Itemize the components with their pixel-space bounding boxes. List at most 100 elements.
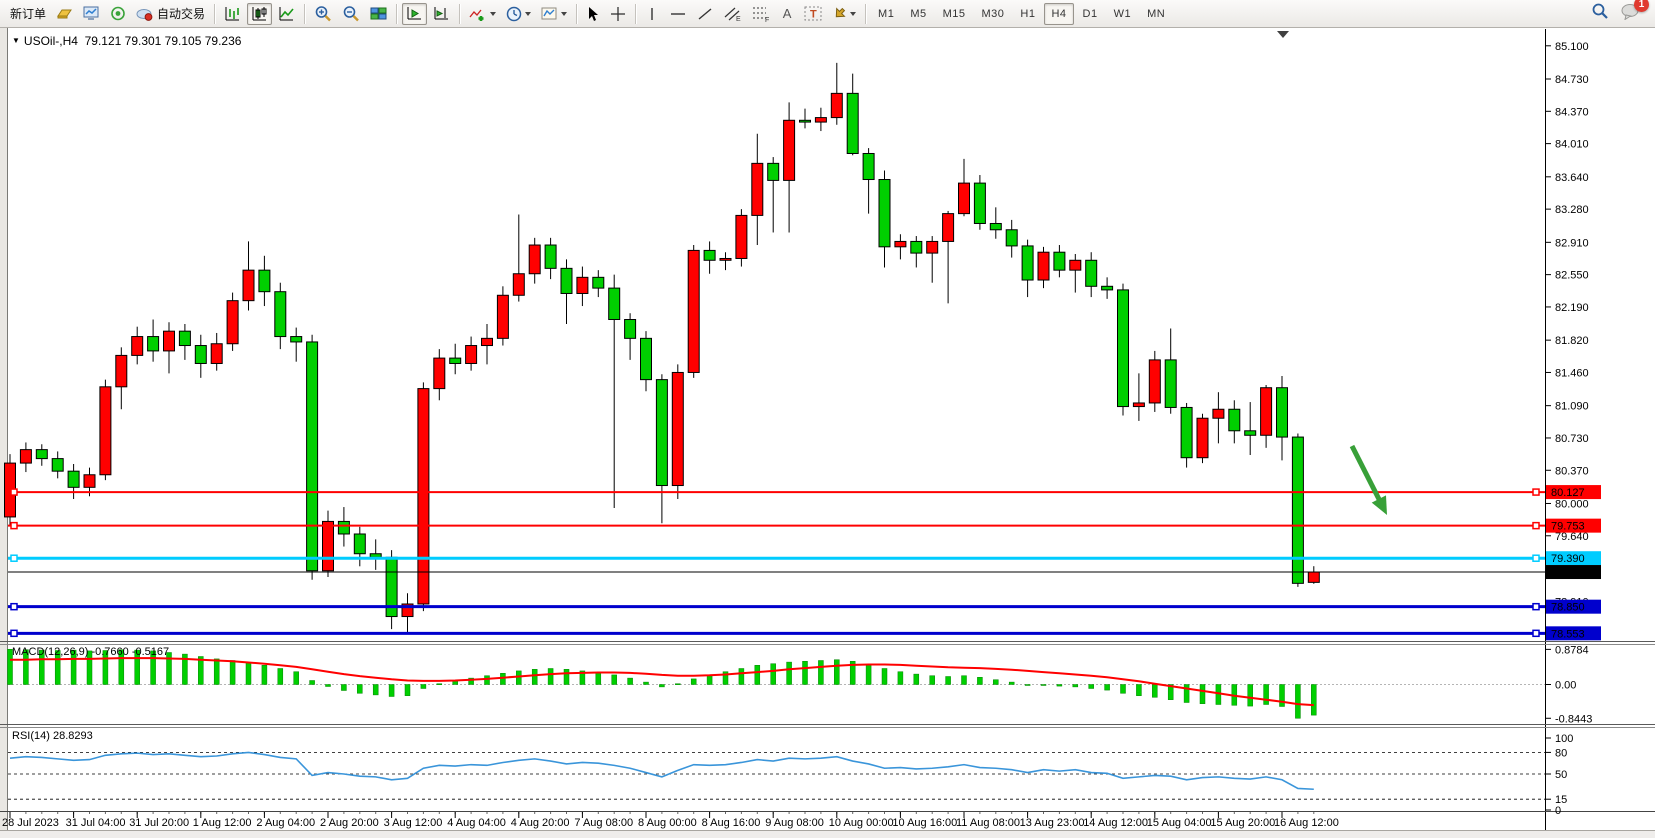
- candle-bear: [847, 93, 858, 153]
- macd-histogram-bar: [962, 676, 967, 685]
- text-label-icon[interactable]: T: [800, 3, 826, 25]
- price-chart-canvas[interactable]: 85.10084.73084.37084.01083.64083.28082.9…: [0, 0, 1655, 838]
- macd-histogram-bar: [691, 679, 696, 685]
- candle-bear: [704, 250, 715, 260]
- history-center-icon[interactable]: [52, 3, 77, 25]
- timeframe-button-d1[interactable]: D1: [1076, 3, 1105, 25]
- templates-icon[interactable]: [537, 3, 571, 25]
- bar-chart-icon[interactable]: [220, 3, 245, 25]
- virtual-hosting-icon[interactable]: [79, 3, 104, 25]
- cursor-icon[interactable]: [582, 3, 604, 25]
- tile-windows-icon[interactable]: [366, 3, 391, 25]
- new-order-button[interactable]: 新订单: [6, 3, 50, 25]
- candle-bull: [1213, 409, 1224, 418]
- chart-menu-triangle-icon[interactable]: ▼: [12, 36, 20, 45]
- timeframe-button-m5[interactable]: M5: [903, 3, 933, 25]
- indicators-dropdown-caret[interactable]: [490, 12, 496, 16]
- candle-bear: [52, 459, 63, 472]
- level-line-handle[interactable]: [11, 523, 17, 529]
- text-icon[interactable]: A: [776, 3, 798, 25]
- equidistant-channel-icon[interactable]: E: [719, 3, 745, 25]
- crosshair-icon[interactable]: [606, 3, 630, 25]
- notifications-icon[interactable]: 1: [1621, 3, 1641, 25]
- trendline-icon[interactable]: [693, 3, 717, 25]
- macd-histogram-bar: [326, 685, 331, 687]
- notification-badge[interactable]: 1: [1634, 0, 1649, 12]
- timeframe-button-w1[interactable]: W1: [1107, 3, 1139, 25]
- level-line-handle[interactable]: [1533, 630, 1539, 636]
- timeframe-button-m30[interactable]: M30: [975, 3, 1012, 25]
- candle-bear: [879, 180, 890, 247]
- macd-histogram-bar: [1184, 685, 1189, 703]
- timeframe-button-mn[interactable]: MN: [1140, 3, 1172, 25]
- price-axis-tick-label: 83.640: [1555, 172, 1589, 184]
- candle-bear: [259, 270, 270, 292]
- candle-bull: [1308, 572, 1319, 582]
- price-axis-tick-label: 81.090: [1555, 401, 1589, 413]
- time-axis-label: 16 Aug 12:00: [1274, 817, 1339, 829]
- macd-histogram-bar: [1136, 685, 1141, 696]
- periods-icon[interactable]: [502, 3, 535, 25]
- candle-bear: [68, 471, 79, 487]
- periods-dropdown-caret[interactable]: [525, 12, 531, 16]
- indicators-icon[interactable]: [465, 3, 500, 25]
- chart-shift-marker[interactable]: [1277, 31, 1289, 38]
- time-axis-label: 3 Aug 12:00: [384, 817, 443, 829]
- auto-scroll-icon[interactable]: [402, 3, 427, 25]
- level-line-handle[interactable]: [11, 555, 17, 561]
- macd-histogram-bar: [516, 671, 521, 685]
- timeframe-button-m15[interactable]: M15: [936, 3, 973, 25]
- macd-histogram-bar: [262, 665, 267, 684]
- level-line-handle[interactable]: [1533, 523, 1539, 529]
- level-line-handle[interactable]: [11, 604, 17, 610]
- candle-bear: [179, 331, 190, 345]
- time-axis-label: 15 Aug 04:00: [1147, 817, 1212, 829]
- fibonacci-icon[interactable]: F: [747, 3, 774, 25]
- zoom-out-icon[interactable]: [338, 3, 364, 25]
- candle-bull: [116, 355, 127, 386]
- time-axis-label: 7 Aug 08:00: [574, 817, 633, 829]
- level-line-handle[interactable]: [11, 489, 17, 495]
- horizontal-line-icon[interactable]: [665, 3, 691, 25]
- candle-bull: [466, 346, 477, 364]
- candle-bear: [1054, 252, 1065, 270]
- timeframe-button-m1[interactable]: M1: [871, 3, 901, 25]
- rsi-axis-label: 50: [1555, 769, 1567, 781]
- line-chart-icon[interactable]: [274, 3, 299, 25]
- chart-shift-icon[interactable]: [429, 3, 454, 25]
- arrows-dropdown-caret[interactable]: [850, 12, 856, 16]
- macd-histogram-bar: [818, 661, 823, 685]
- candle-bull: [831, 93, 842, 117]
- price-axis-tick-label: 82.190: [1555, 302, 1589, 314]
- candle-bear: [656, 380, 667, 486]
- candle-bear: [307, 342, 318, 571]
- autotrading-button[interactable]: 自动交易: [132, 3, 209, 25]
- timeframe-button-h4[interactable]: H4: [1044, 3, 1073, 25]
- time-axis-label: 9 Aug 08:00: [765, 817, 824, 829]
- zoom-in-icon[interactable]: [310, 3, 336, 25]
- candle-bear: [863, 153, 874, 179]
- time-axis-label: 15 Aug 20:00: [1210, 817, 1275, 829]
- vertical-line-icon[interactable]: [641, 3, 663, 25]
- timeframe-button-h1[interactable]: H1: [1013, 3, 1042, 25]
- candle-bull: [164, 331, 175, 351]
- arrows-tool-icon[interactable]: [828, 3, 860, 25]
- level-line-handle[interactable]: [1533, 604, 1539, 610]
- level-line-handle[interactable]: [1533, 489, 1539, 495]
- time-axis-label: 11 Aug 08:00: [956, 817, 1020, 829]
- timeframe-toolbar: M1M5M15M30H1H4D1W1MN: [870, 3, 1173, 25]
- candle-bull: [736, 215, 747, 258]
- rsi-axis-label: 100: [1555, 733, 1573, 745]
- annotation-arrow-shaft[interactable]: [1352, 446, 1381, 503]
- macd-histogram-bar: [628, 678, 633, 684]
- level-line-handle[interactable]: [11, 630, 17, 636]
- macd-histogram-bar: [437, 684, 442, 685]
- level-line-handle[interactable]: [1533, 555, 1539, 561]
- candle-bull: [1038, 252, 1049, 280]
- macd-histogram-bar: [389, 685, 394, 697]
- macd-histogram-bar: [1295, 685, 1300, 719]
- signals-icon[interactable]: [106, 3, 130, 25]
- candlestick-chart-icon[interactable]: [247, 3, 272, 25]
- templates-dropdown-caret[interactable]: [561, 12, 567, 16]
- search-icon[interactable]: [1591, 2, 1609, 25]
